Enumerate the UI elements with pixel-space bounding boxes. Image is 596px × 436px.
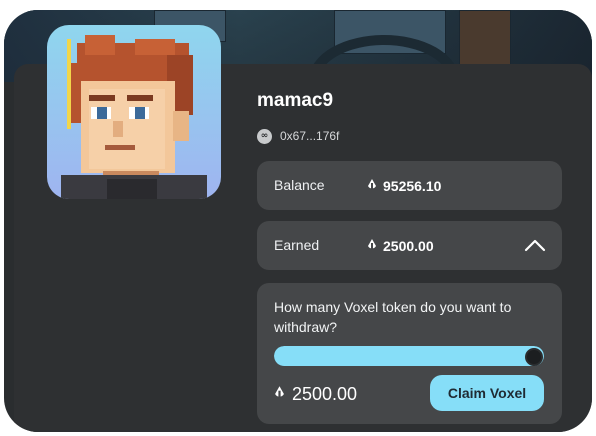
link-icon: ∞	[257, 128, 272, 144]
balance-amount: 95256.10	[383, 177, 442, 194]
avatar	[47, 25, 221, 199]
wallet-address: 0x67...176f	[280, 129, 340, 143]
withdraw-card: How many Voxel token do you want to with…	[257, 283, 562, 424]
username: mamac9	[257, 90, 334, 111]
voxel-token-icon	[368, 178, 376, 191]
slider-handle[interactable]	[525, 348, 543, 366]
wallet-address-row[interactable]: ∞ 0x67...176f	[257, 127, 339, 145]
earned-card[interactable]: Earned 2500.00	[257, 221, 562, 270]
balance-value: 95256.10	[367, 161, 441, 210]
earned-amount: 2500.00	[383, 237, 434, 254]
withdraw-amount-value: 2500.00	[292, 383, 358, 404]
voxel-token-icon	[368, 238, 376, 251]
claim-voxel-button[interactable]: Claim Voxel	[430, 375, 544, 411]
earned-value: 2500.00	[367, 221, 434, 270]
pixel-avatar-icon	[61, 35, 207, 199]
slider-fill	[274, 346, 544, 366]
withdraw-slider[interactable]	[274, 346, 544, 366]
balance-card: Balance 95256.10	[257, 161, 562, 210]
withdraw-question: How many Voxel token do you want to with…	[274, 299, 512, 335]
earned-label: Earned	[274, 237, 320, 253]
voxel-token-icon	[275, 386, 284, 400]
balance-label: Balance	[274, 177, 325, 193]
withdraw-amount: 2500.00	[274, 379, 357, 409]
chevron-up-icon[interactable]	[524, 237, 546, 253]
